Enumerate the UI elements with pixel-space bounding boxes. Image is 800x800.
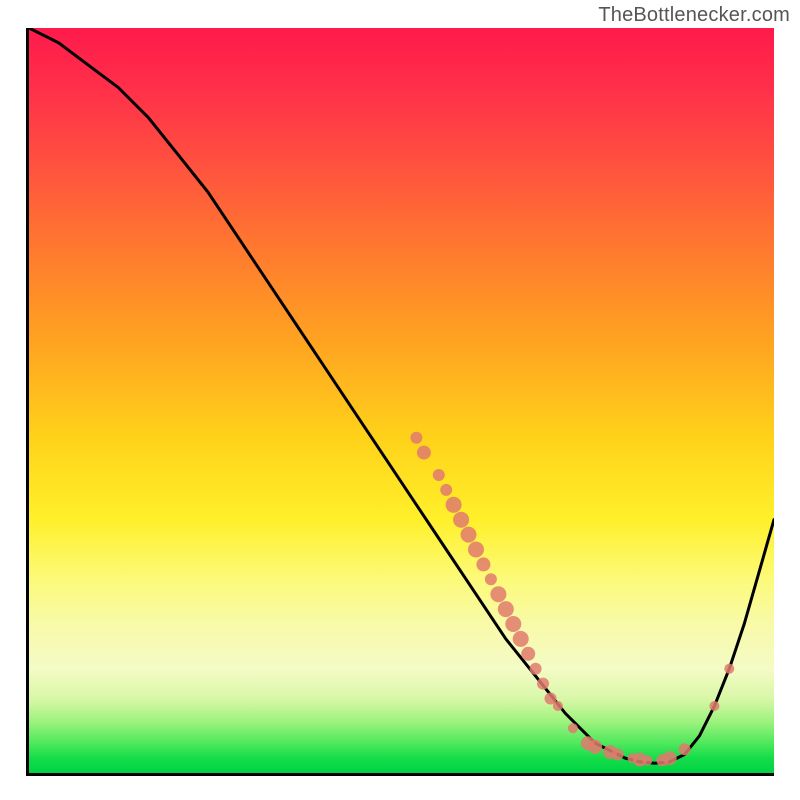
highlight-point [453, 512, 469, 528]
highlight-point [588, 740, 602, 754]
highlight-point [410, 432, 422, 444]
highlight-point [446, 497, 462, 513]
highlight-points-group [410, 432, 734, 767]
highlight-point [476, 557, 490, 571]
highlight-point [537, 678, 549, 690]
highlight-point [513, 631, 529, 647]
chart-container: TheBottlenecker.com [0, 0, 800, 800]
highlight-point [612, 748, 624, 760]
highlight-point [709, 701, 719, 711]
highlight-point [468, 542, 484, 558]
highlight-point [530, 663, 542, 675]
highlight-point [498, 601, 514, 617]
highlight-point [663, 751, 677, 765]
highlight-point [417, 446, 431, 460]
highlight-point [440, 484, 452, 496]
highlight-point [724, 664, 734, 674]
highlight-point [553, 701, 563, 711]
highlight-point [642, 755, 652, 765]
highlight-point [521, 647, 535, 661]
highlight-point [568, 723, 578, 733]
highlight-point [485, 573, 497, 585]
attribution-text: TheBottlenecker.com [598, 4, 790, 27]
highlight-point [461, 527, 477, 543]
highlight-point [679, 743, 691, 755]
highlight-point [433, 469, 445, 481]
bottleneck-curve [29, 28, 774, 763]
curve-layer [29, 28, 774, 773]
highlight-point [505, 616, 521, 632]
highlight-point [490, 586, 506, 602]
plot-area [26, 28, 774, 776]
